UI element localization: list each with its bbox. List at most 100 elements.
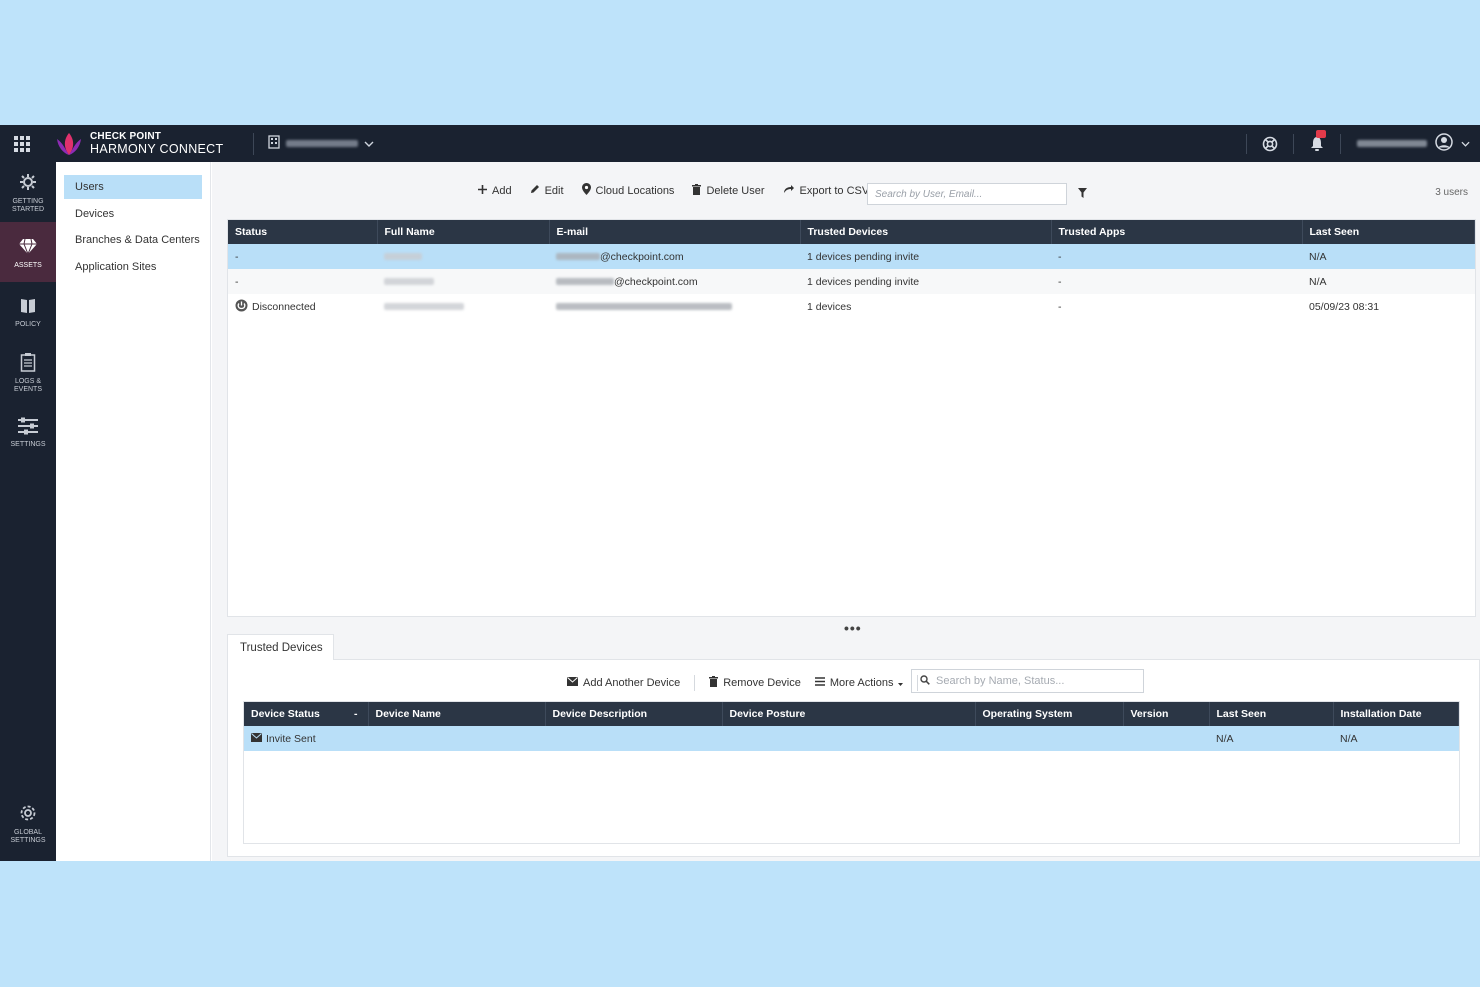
add-label: Add: [492, 184, 512, 197]
device-search-box: [911, 669, 1144, 693]
edit-label: Edit: [544, 184, 564, 197]
trash-icon: [692, 183, 702, 198]
app-window: CHECK POINT HARMONY CONNECT GETTING STAR…: [0, 125, 1480, 861]
status-text: Disconnected: [252, 300, 316, 313]
subnav-item-branches[interactable]: Branches & Data Centers: [64, 228, 202, 252]
chevron-down-icon: [1461, 138, 1470, 150]
map-pin-icon: [581, 183, 591, 198]
subnav-item-users[interactable]: Users: [64, 175, 202, 199]
column-header[interactable]: Status: [228, 220, 378, 244]
user-count: 3 users: [1435, 187, 1468, 198]
export-csv-button[interactable]: Export to CSV: [783, 184, 869, 197]
harmony-logo-icon: [54, 131, 84, 157]
table-header-row: Status Full Name E-mail Trusted Devices …: [228, 220, 1475, 244]
cloud-locations-label: Cloud Locations: [595, 184, 675, 197]
column-header[interactable]: Version: [1123, 702, 1210, 726]
envelope-icon: [567, 677, 578, 689]
more-actions-dropdown[interactable]: More Actions: [814, 677, 904, 689]
filter-icon[interactable]: [1078, 188, 1087, 201]
tenant-name-redacted: [286, 140, 359, 147]
subnav-item-application-sites[interactable]: Application Sites: [64, 255, 202, 279]
users-table: Status Full Name E-mail Trusted Devices …: [228, 220, 1475, 319]
subnav-item-devices[interactable]: Devices: [64, 202, 202, 226]
delete-user-button[interactable]: Delete User: [692, 183, 765, 198]
trusted-apps-cell: -: [1051, 244, 1302, 269]
devices-grid: Device Status - Device Name Device Descri…: [243, 701, 1460, 844]
brand-line-1: CHECK POINT: [90, 130, 162, 142]
book-icon: [19, 297, 37, 318]
full-name-cell: [377, 294, 549, 319]
trusted-devices-cell: 1 devices pending invite: [800, 269, 1051, 294]
sidebar-item-getting-started[interactable]: GETTING STARTED: [0, 162, 56, 222]
getting-started-icon: [18, 172, 38, 195]
trash-icon: [709, 676, 719, 690]
status-cell: Disconnected: [228, 294, 377, 319]
table-row[interactable]: - @checkpoint.com 1 devices pending invi…: [228, 269, 1475, 294]
email-cell: @checkpoint.com: [549, 244, 800, 269]
column-header[interactable]: Full Name: [377, 220, 550, 244]
column-header[interactable]: Trusted Apps: [1051, 220, 1303, 244]
column-header[interactable]: Installation Date: [1333, 702, 1459, 726]
gear-icon: [18, 803, 38, 826]
sort-indicator[interactable]: -: [354, 708, 358, 720]
column-header-label: Device Status: [251, 708, 320, 720]
column-header[interactable]: E-mail: [549, 220, 801, 244]
tenant-selector[interactable]: [268, 135, 374, 152]
sidebar-item-logs-events[interactable]: LOGS & EVENTS: [0, 342, 56, 402]
trusted-devices-cell: 1 devices pending invite: [800, 244, 1051, 269]
version-cell: [1123, 726, 1209, 751]
device-status-text: Invite Sent: [266, 732, 316, 745]
last-seen-cell: N/A: [1302, 244, 1475, 269]
sidebar-item-policy[interactable]: POLICY: [0, 282, 56, 342]
sidebar-item-assets[interactable]: ASSETS: [0, 222, 56, 282]
user-avatar-icon: [1435, 133, 1453, 154]
trusted-apps-cell: -: [1051, 269, 1302, 294]
cloud-locations-button[interactable]: Cloud Locations: [581, 183, 675, 198]
search-icon: [920, 674, 930, 688]
column-header[interactable]: Trusted Devices: [800, 220, 1052, 244]
user-menu[interactable]: [1341, 133, 1480, 154]
table-row[interactable]: Disconnected 1 devices - 05/09/23 08:31: [228, 294, 1475, 319]
sidebar-item-settings[interactable]: SETTINGS: [0, 402, 56, 462]
edit-button[interactable]: Edit: [530, 184, 564, 197]
column-header[interactable]: Device Status -: [244, 702, 369, 726]
main-sidebar: GETTING STARTED ASSETS POLICY LOGS & EVE…: [0, 162, 56, 861]
add-button[interactable]: Add: [478, 184, 512, 197]
device-search-input[interactable]: [936, 675, 1136, 687]
envelope-icon: [251, 732, 262, 745]
bell-icon[interactable]: [1294, 125, 1340, 162]
building-icon: [268, 135, 281, 152]
installation-date-cell: N/A: [1333, 726, 1459, 751]
divider: [253, 132, 255, 155]
remove-device-button[interactable]: Remove Device: [709, 676, 801, 690]
table-row[interactable]: - @checkpoint.com 1 devices pending invi…: [228, 244, 1475, 269]
column-header[interactable]: Device Posture: [722, 702, 976, 726]
device-status-cell: Invite Sent: [244, 726, 368, 751]
column-header[interactable]: Last Seen: [1302, 220, 1475, 244]
gem-icon: [18, 236, 38, 259]
pencil-icon: [530, 184, 540, 197]
column-header[interactable]: Last Seen: [1209, 702, 1334, 726]
assets-subnav: Users Devices Branches & Data Centers Ap…: [56, 162, 211, 861]
last-seen-cell: N/A: [1302, 269, 1475, 294]
status-cell: -: [228, 244, 377, 269]
column-header[interactable]: Device Description: [545, 702, 723, 726]
sidebar-label: GLOBAL SETTINGS: [10, 828, 46, 845]
apps-grid-icon[interactable]: [0, 125, 44, 162]
sidebar-item-global-settings[interactable]: GLOBAL SETTINGS: [0, 793, 56, 853]
table-row[interactable]: Invite Sent N/A N/A: [244, 726, 1459, 751]
support-icon[interactable]: [1247, 125, 1293, 162]
add-device-label: Add Another Device: [583, 677, 681, 689]
logo[interactable]: CHECK POINT HARMONY CONNECT: [54, 131, 223, 157]
column-header[interactable]: Device Name: [368, 702, 546, 726]
add-another-device-button[interactable]: Add Another Device: [567, 677, 680, 689]
tab-trusted-devices[interactable]: Trusted Devices: [227, 634, 334, 660]
menu-lines-icon: [814, 677, 825, 689]
column-header[interactable]: Operating System: [975, 702, 1124, 726]
user-search-input[interactable]: [875, 188, 1055, 200]
user-search-box: [867, 183, 1067, 205]
brand-line-2: HARMONY CONNECT: [90, 142, 224, 157]
email-domain: @checkpoint.com: [614, 275, 698, 288]
delete-user-label: Delete User: [706, 184, 765, 197]
full-name-cell: [377, 269, 549, 294]
